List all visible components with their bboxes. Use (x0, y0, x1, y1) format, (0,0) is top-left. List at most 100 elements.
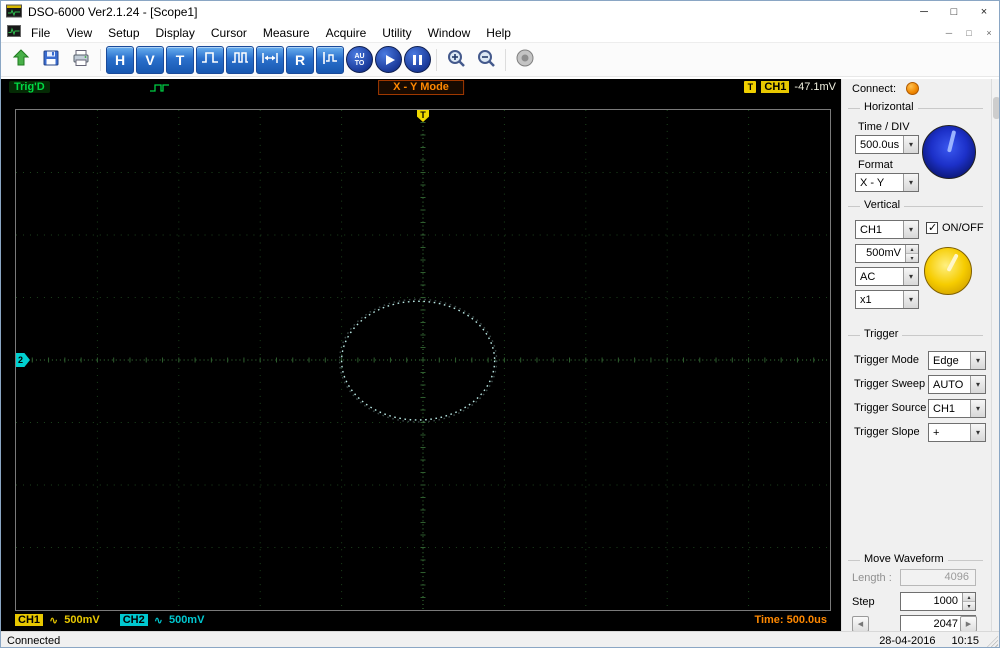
probe-select[interactable]: x1 ▾ (855, 290, 919, 309)
maximize-button[interactable]: □ (939, 1, 969, 23)
menu-file[interactable]: File (23, 26, 58, 40)
format-label: Format (858, 159, 893, 171)
status-date: 28-04-2016 (879, 634, 936, 647)
open-icon (11, 48, 31, 71)
horizontal-knob[interactable] (922, 125, 976, 179)
window-title: DSO-6000 Ver2.1.24 - [Scope1] (28, 5, 198, 19)
measure-waveform-button[interactable] (316, 45, 344, 74)
channel-info-bar: CH1 ∿ 500mV CH2 ∿ 500mV Time: 500.0us (15, 612, 831, 628)
checkbox-checked-icon[interactable] (926, 221, 938, 234)
chevron-down-icon[interactable]: ▾ (903, 268, 918, 285)
trigger-mode-row: Trigger Mode Edge ▾ (854, 351, 986, 370)
chevron-down-icon[interactable]: ▾ (970, 424, 985, 441)
panel-scrollbar[interactable] (991, 79, 999, 631)
menu-help[interactable]: Help (478, 26, 519, 40)
mdi-minimize-button[interactable]: ─ (939, 28, 959, 38)
horizontal-group-title: Horizontal (860, 101, 918, 113)
open-button[interactable] (7, 46, 35, 74)
volt-div-value: 500mV (866, 247, 901, 259)
horizontal-settings-button[interactable]: H (106, 45, 134, 74)
display-mode-badge: X - Y Mode (378, 80, 464, 95)
trigger-slope-select[interactable]: + ▾ (928, 423, 986, 442)
app-icon (6, 4, 22, 21)
spin-up-icon[interactable]: ▴ (963, 593, 975, 602)
volt-div-stepper[interactable]: 500mV ▴ ▾ (855, 244, 919, 263)
menu-measure[interactable]: Measure (255, 26, 318, 40)
menu-acquire[interactable]: Acquire (318, 26, 375, 40)
toolbar-separator (505, 48, 506, 71)
chevron-down-icon[interactable]: ▾ (903, 221, 918, 238)
scope-grid-and-trace (16, 110, 830, 610)
time-div-select[interactable]: 500.0us ▾ (855, 135, 919, 154)
chevron-down-icon[interactable]: ▾ (903, 291, 918, 308)
trigger-level-icon: T (744, 81, 757, 93)
pause-button[interactable] (404, 46, 431, 73)
chevron-down-icon[interactable]: ▾ (970, 376, 985, 393)
chevron-down-icon[interactable]: ▾ (970, 352, 985, 369)
save-button[interactable] (37, 46, 65, 74)
step-value: 1000 (933, 595, 958, 607)
mdi-restore-button[interactable]: □ (959, 28, 979, 38)
snapshot-button[interactable] (511, 46, 539, 74)
length-label: Length : (852, 572, 892, 584)
channel-onoff-checkbox[interactable]: ON/OFF (926, 221, 984, 234)
chevron-down-icon[interactable]: ▾ (903, 136, 918, 153)
probe-value: x1 (860, 293, 872, 306)
menu-view[interactable]: View (58, 26, 100, 40)
refresh-button[interactable]: R (286, 45, 314, 74)
zoom-out-button[interactable] (472, 46, 500, 74)
trigger-source-select[interactable]: CH1 ▾ (928, 399, 986, 418)
menu-utility[interactable]: Utility (374, 26, 419, 40)
menu-display[interactable]: Display (148, 26, 203, 40)
trigger-slope-value: + (933, 426, 940, 439)
coupling-select[interactable]: AC ▾ (855, 267, 919, 286)
spin-up-icon[interactable]: ▴ (906, 245, 918, 254)
connection-status: Connected (7, 634, 61, 647)
zoom-in-button[interactable] (442, 46, 470, 74)
h-label: H (114, 51, 126, 68)
r-label: R (294, 51, 306, 68)
toolbar-separator (436, 48, 437, 71)
close-button[interactable]: × (969, 1, 999, 23)
ch2-scale: 500mV (168, 614, 205, 626)
trigger-sweep-select[interactable]: AUTO ▾ (928, 375, 986, 394)
status-time: 10:15 (951, 634, 979, 647)
ch1-coupling-icon: ∿ (49, 614, 59, 627)
menu-cursor[interactable]: Cursor (203, 26, 255, 40)
app-window: DSO-6000 Ver2.1.24 - [Scope1] ─ □ × File… (0, 0, 1000, 648)
trigger-settings-button[interactable]: T (166, 45, 194, 74)
chevron-down-icon[interactable]: ▾ (903, 174, 918, 191)
move-right-button[interactable]: ▶ (960, 616, 977, 632)
minimize-button[interactable]: ─ (909, 1, 939, 23)
mdi-close-button[interactable]: × (979, 28, 999, 38)
spin-down-icon[interactable]: ▾ (963, 602, 975, 610)
pulse-train-button[interactable] (226, 45, 254, 74)
auto-setup-button[interactable]: AUTO (346, 46, 373, 73)
pulse-width-button[interactable] (196, 45, 224, 74)
pause-icon-bar (419, 54, 422, 65)
menu-window[interactable]: Window (420, 26, 479, 40)
trigger-source-value: CH1 (933, 402, 956, 415)
format-select[interactable]: X - Y ▾ (855, 173, 919, 192)
chevron-down-icon[interactable]: ▾ (970, 400, 985, 417)
pulse-width-icon (201, 49, 219, 70)
vertical-settings-button[interactable]: V (136, 45, 164, 74)
auto-scale-button[interactable] (256, 45, 284, 74)
trigger-source-badge: CH1 (761, 81, 790, 93)
scrollbar-thumb[interactable] (993, 97, 999, 119)
print-button[interactable] (67, 46, 95, 74)
status-bar: Connected 28-04-2016 10:15 (1, 631, 999, 647)
menu-setup[interactable]: Setup (100, 26, 147, 40)
vertical-knob[interactable] (924, 247, 972, 295)
spin-down-icon[interactable]: ▾ (906, 254, 918, 262)
trigger-source-row: Trigger Source CH1 ▾ (854, 399, 986, 418)
scope-doc-icon (7, 25, 21, 40)
save-icon (41, 48, 61, 71)
move-left-button[interactable]: ◀ (852, 616, 869, 632)
pause-icon (413, 54, 416, 65)
step-stepper[interactable]: 1000 ▴ ▾ (900, 592, 976, 611)
vertical-group-separator: Vertical (848, 199, 983, 211)
run-button[interactable] (375, 46, 402, 73)
trigger-mode-select[interactable]: Edge ▾ (928, 351, 986, 370)
channel-select[interactable]: CH1 ▾ (855, 220, 919, 239)
